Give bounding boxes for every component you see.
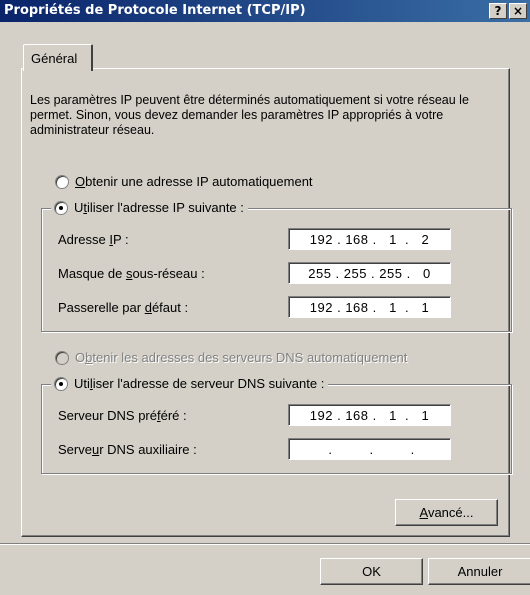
ok-button[interactable]: OK [320,558,423,585]
radio-dns-manual-circle[interactable] [54,376,68,391]
radio-ip-manual-circle[interactable] [54,200,68,215]
dns-group [41,384,512,474]
tab-general-label: Général [31,51,78,66]
close-button[interactable]: × [509,3,527,19]
subnet-mask-label: Masque de sous-réseau : [58,266,205,281]
radio-dns-auto[interactable]: Obtenir les adresses des serveurs DNS au… [55,350,412,365]
subnet-mask-field[interactable]: 255 . 255 . 255 . 0 [288,262,451,284]
title-bar: Propriétés de Protocole Internet (TCP/IP… [0,0,530,22]
advanced-button-label: Avancé... [419,505,474,520]
bottom-separator [0,543,530,545]
window-title: Propriétés de Protocole Internet (TCP/IP… [4,3,306,18]
alternate-dns-label: Serveur DNS auxiliaire : [58,442,197,457]
radio-dns-manual-label: Utiliser l'adresse de serveur DNS suivan… [74,376,325,391]
radio-ip-auto-circle[interactable] [55,174,69,189]
help-button[interactable]: ? [489,3,507,19]
gateway-label: Passerelle par défaut : [58,300,189,315]
advanced-button[interactable]: Avancé... [395,499,498,526]
radio-dns-manual[interactable]: Utiliser l'adresse de serveur DNS suivan… [51,376,329,391]
ip-address-label: Adresse IP : [58,232,129,247]
tab-general[interactable]: Général [23,44,93,71]
radio-ip-auto[interactable]: Obtenir une adresse IP automatiquement [55,174,317,189]
radio-dns-auto-label: Obtenir les adresses des serveurs DNS au… [75,350,408,365]
radio-dns-auto-circle[interactable] [55,350,69,365]
radio-ip-manual-label: Utiliser l'adresse IP suivante : [74,200,244,215]
alternate-dns-field[interactable]: . . . [288,438,451,460]
gateway-field[interactable]: 192 . 168 . 1 . 1 [288,296,451,318]
radio-ip-manual[interactable]: Utiliser l'adresse IP suivante : [51,200,248,215]
radio-ip-auto-label: Obtenir une adresse IP automatiquement [75,174,313,189]
preferred-dns-field[interactable]: 192 . 168 . 1 . 1 [288,404,451,426]
ip-address-field[interactable]: 192 . 168 . 1 . 2 [288,228,451,250]
preferred-dns-label: Serveur DNS préféré : [58,408,187,423]
cancel-button[interactable]: Annuler [428,558,530,585]
intro-text: Les paramètres IP peuvent être déterminé… [30,93,469,137]
